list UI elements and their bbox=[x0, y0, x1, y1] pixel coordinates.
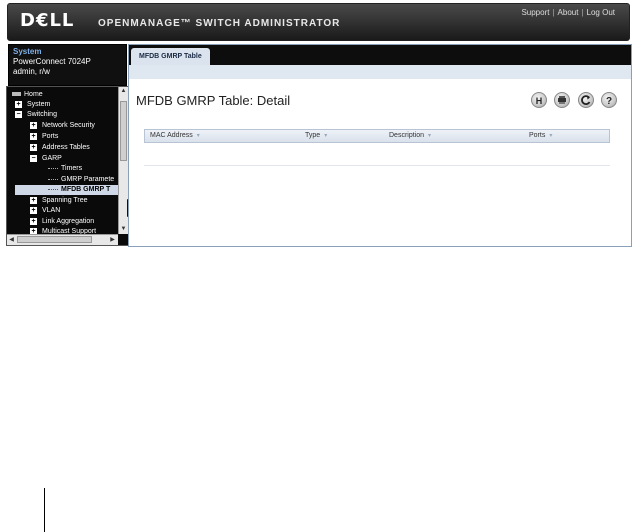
plus-icon[interactable]: + bbox=[30, 132, 37, 140]
about-link[interactable]: About bbox=[558, 8, 579, 17]
sort-icon[interactable]: ▾ bbox=[549, 133, 552, 139]
save-icon[interactable]: H bbox=[531, 92, 547, 108]
plus-icon[interactable]: + bbox=[30, 206, 37, 214]
column-type[interactable]: Type ▾ bbox=[305, 132, 327, 139]
table-header: MAC Address ▾ Type ▾ Description ▾ Ports ▾ bbox=[144, 129, 610, 143]
table-divider bbox=[144, 165, 610, 166]
content-panel: MFDB GMRP Table MFDB GMRP Table: Detail … bbox=[128, 44, 632, 247]
minus-icon[interactable]: − bbox=[15, 110, 22, 118]
support-link[interactable]: Support bbox=[521, 8, 549, 17]
tree-item-link-aggregation[interactable]: + Link Aggregation bbox=[30, 217, 94, 227]
tree-item-switching[interactable]: − Switching bbox=[15, 110, 57, 120]
plus-icon[interactable]: + bbox=[15, 100, 22, 108]
plus-icon[interactable]: + bbox=[30, 143, 37, 151]
sort-icon[interactable]: ▾ bbox=[428, 133, 431, 139]
app-header: D€LL OPENMANAGE™ SWITCH ADMINISTRATOR Su… bbox=[7, 3, 630, 41]
tree-item-timers[interactable]: Timers bbox=[48, 164, 82, 174]
tree-item-ports[interactable]: + Ports bbox=[30, 132, 58, 142]
column-description[interactable]: Description ▾ bbox=[389, 132, 431, 139]
tab-bar: MFDB GMRP Table bbox=[129, 45, 631, 65]
plus-icon[interactable]: + bbox=[30, 217, 37, 225]
column-mac-address[interactable]: MAC Address ▾ bbox=[150, 132, 200, 139]
print-icon[interactable] bbox=[554, 92, 570, 108]
tree-line-icon bbox=[48, 167, 58, 169]
plus-icon[interactable]: + bbox=[30, 196, 37, 204]
tree-horizontal-scrollbar[interactable]: ◀ ▶ bbox=[7, 234, 118, 245]
scroll-up-icon[interactable]: ▲ bbox=[119, 87, 128, 96]
tree-item-garp[interactable]: − GARP bbox=[30, 154, 62, 164]
svg-text:?: ? bbox=[606, 96, 612, 107]
system-title: System bbox=[13, 47, 42, 56]
tree-item-gmrp-parameters[interactable]: GMRP Paramete bbox=[48, 175, 114, 185]
tree-item-mfdb-gmrp-table[interactable]: MFDB GMRP T bbox=[15, 185, 118, 195]
navigation-tree: Home + System − Switching + Network Securit… bbox=[6, 86, 129, 246]
page-margin-line bbox=[44, 488, 45, 532]
scrollbar-thumb[interactable] bbox=[17, 236, 92, 243]
system-model: PowerConnect 7024P bbox=[13, 57, 91, 66]
tree-line-icon bbox=[48, 188, 58, 190]
tree-item-network-security[interactable]: + Network Security bbox=[30, 121, 95, 131]
tree-line-icon bbox=[48, 178, 58, 180]
tree-item-home[interactable]: Home bbox=[12, 90, 43, 100]
scroll-left-icon[interactable]: ◀ bbox=[7, 235, 16, 245]
tree-item-address-tables[interactable]: + Address Tables bbox=[30, 143, 90, 153]
system-info-panel: System PowerConnect 7024P admin, r/w bbox=[8, 44, 127, 86]
sort-icon[interactable]: ▾ bbox=[197, 133, 200, 139]
sort-icon[interactable]: ▾ bbox=[324, 133, 327, 139]
tab-strip bbox=[129, 65, 631, 79]
scrollbar-thumb[interactable] bbox=[120, 101, 127, 161]
tree-item-spanning-tree[interactable]: + Spanning Tree bbox=[30, 196, 88, 206]
tree-item-vlan[interactable]: + VLAN bbox=[30, 206, 60, 216]
tab-mfdb-gmrp-table[interactable]: MFDB GMRP Table bbox=[131, 48, 210, 65]
scroll-down-icon[interactable]: ▼ bbox=[119, 225, 128, 234]
home-icon bbox=[12, 92, 21, 97]
logout-link[interactable]: Log Out bbox=[587, 8, 615, 17]
page-title: MFDB GMRP Table: Detail bbox=[136, 93, 291, 108]
app-title: OPENMANAGE™ SWITCH ADMINISTRATOR bbox=[98, 18, 341, 29]
column-ports[interactable]: Ports ▾ bbox=[529, 132, 552, 139]
scroll-right-icon[interactable]: ▶ bbox=[108, 235, 117, 245]
tree-item-system[interactable]: + System bbox=[15, 100, 50, 110]
top-links: Support | About | Log Out bbox=[521, 8, 615, 17]
dell-logo: D€LL bbox=[20, 10, 75, 31]
svg-text:H: H bbox=[536, 96, 543, 106]
minus-icon[interactable]: − bbox=[30, 154, 37, 162]
refresh-icon[interactable] bbox=[578, 92, 594, 108]
help-icon[interactable]: ? bbox=[601, 92, 617, 108]
plus-icon[interactable]: + bbox=[30, 121, 37, 129]
system-user: admin, r/w bbox=[13, 67, 50, 76]
